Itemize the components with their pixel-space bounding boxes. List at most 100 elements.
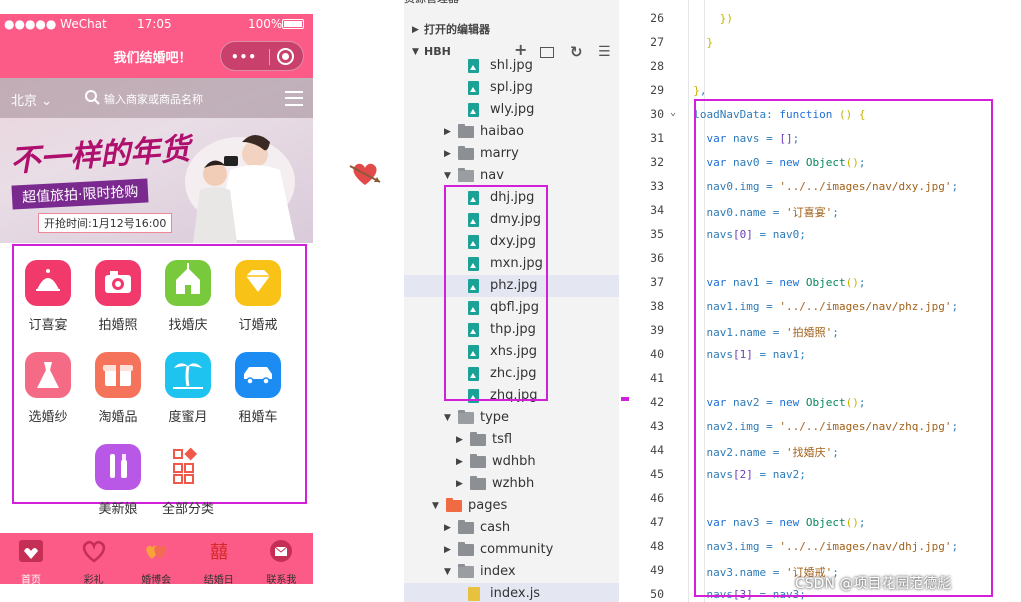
chevron-right-icon: ▶ — [444, 149, 451, 159]
grid-item[interactable]: 全部分类 — [158, 444, 218, 517]
chevron-right-icon: ▶ — [456, 435, 463, 445]
makeup-icon — [95, 444, 141, 490]
tab-bar: 首页 彩礼 婚博会囍结婚日 联系我 — [0, 533, 313, 584]
chevron-right-icon: ▶ — [444, 127, 451, 137]
explorer-title: 资源管理器 — [404, 0, 619, 10]
folder-icon — [458, 520, 474, 534]
menu-icon[interactable] — [285, 91, 303, 106]
image-file-icon — [468, 59, 479, 73]
folder-item[interactable]: ▶ marry — [404, 143, 619, 165]
grid-item[interactable]: 美新娘 — [88, 444, 148, 517]
status-bar: ●●●●● WeChat 17:05 100% — [0, 14, 313, 34]
banner-subline: 超值旅拍·限时抢购 — [11, 178, 149, 210]
more-dots-icon[interactable]: ••• — [231, 50, 257, 64]
code-line[interactable]: }, — [620, 84, 706, 97]
close-circle-icon[interactable] — [277, 48, 294, 65]
grid-item-label: 订婚戒 — [238, 318, 278, 333]
diamond-icon — [235, 260, 281, 306]
code-line[interactable]: } — [620, 36, 714, 49]
categories-icon — [165, 444, 211, 490]
grid-item[interactable]: 拍婚照 — [88, 260, 148, 333]
folder-item[interactable]: ▼ type — [404, 407, 619, 429]
tab-label: 婚博会 — [141, 575, 172, 584]
tree-item-label: community — [480, 542, 554, 557]
file-item[interactable]: index.js — [404, 583, 619, 602]
tree-item-label: pages — [468, 498, 508, 513]
home-icon — [19, 540, 43, 562]
grid-item[interactable]: 订婚戒 — [228, 260, 288, 333]
tab-label: 彩礼 — [83, 575, 104, 584]
chevron-down-icon: ▼ — [444, 413, 451, 423]
folder-item[interactable]: ▶ tsfl — [404, 429, 619, 451]
carrier-label: ●●●●● WeChat — [4, 17, 107, 31]
grid-item[interactable]: 度蜜月 — [158, 352, 218, 425]
grid-item-label: 美新娘 — [98, 502, 138, 517]
battery-label: 100% — [248, 17, 283, 31]
folder-item[interactable]: ▶ cash — [404, 517, 619, 539]
hearts-icon — [146, 545, 167, 559]
grid-item-label: 找婚庆 — [168, 318, 208, 333]
city-selector[interactable]: 北京 ⌄ — [11, 90, 52, 109]
image-file-icon — [468, 81, 479, 95]
grid-item[interactable]: 选婚纱 — [18, 352, 78, 425]
tree-item-label: haibao — [480, 124, 524, 139]
file-item[interactable]: shl.jpg — [404, 55, 619, 77]
tab-item[interactable]: 婚博会 — [125, 533, 187, 584]
code-highlight-box — [694, 99, 993, 597]
folder-item[interactable]: ▼ index — [404, 561, 619, 583]
chevron-right-icon: ▶ — [456, 479, 463, 489]
car-icon — [235, 352, 281, 398]
clock-label: 17:05 — [137, 17, 172, 31]
tree-item-label: index — [480, 564, 516, 579]
tab-item[interactable]: 联系我 — [250, 533, 312, 584]
line-number: 36 — [650, 251, 664, 265]
capsule-button[interactable]: ••• — [220, 41, 304, 71]
grid-item[interactable]: 找婚庆 — [158, 260, 218, 333]
folder-open-icon — [458, 410, 474, 424]
image-file-icon — [468, 103, 479, 117]
tree-item-label: cash — [480, 520, 511, 535]
heart-icon — [82, 540, 105, 563]
folder-item[interactable]: ▶ wdhbh — [404, 451, 619, 473]
envelope-icon — [270, 540, 293, 562]
folder-item[interactable]: ▼ nav — [404, 165, 619, 187]
folder-item[interactable]: ▶ haibao — [404, 121, 619, 143]
folder-icon — [458, 542, 474, 556]
tab-item[interactable]: 囍结婚日 — [188, 533, 250, 584]
chapel-icon — [165, 260, 211, 306]
folder-item[interactable]: ▶ community — [404, 539, 619, 561]
grid-item[interactable]: 租婚车 — [228, 352, 288, 425]
grid-item-label: 订喜宴 — [28, 318, 68, 333]
chevron-down-icon: ▼ — [444, 567, 451, 577]
folder-icon — [458, 124, 474, 138]
capsule-divider — [269, 49, 270, 65]
search-icon — [85, 90, 100, 105]
page-title: 我们结婚吧！ — [113, 51, 192, 66]
chevron-down-icon: ▼ — [444, 171, 451, 181]
fold-chevron-icon[interactable]: ⌄ — [670, 107, 676, 118]
search-input[interactable]: 输入商家或商品名称 — [104, 91, 203, 107]
tab-item[interactable]: 彩礼 — [63, 533, 125, 584]
folder-icon — [470, 432, 486, 446]
banner-time-label: 开抢时间:1月12号16:00 — [38, 213, 173, 233]
tab-item[interactable]: 首页 — [0, 533, 62, 584]
promo-banner[interactable]: 北京 ⌄ 输入商家或商品名称 不一样的年货 超值旅拍·限时抢购 开抢时间:1月1… — [0, 78, 313, 243]
js-file-icon — [468, 587, 480, 601]
file-item[interactable]: spl.jpg — [404, 77, 619, 99]
mini-program-nav-bar: 我们结婚吧！ ••• — [0, 34, 313, 78]
grid-item[interactable]: 订喜宴 — [18, 260, 78, 333]
cupid-heart-icon — [349, 163, 381, 185]
code-line[interactable]: }) — [620, 12, 733, 25]
tree-item-label: shl.jpg — [490, 58, 533, 73]
dress-icon — [25, 352, 71, 398]
svg-text:囍: 囍 — [210, 542, 228, 563]
folder-item[interactable]: ▶ wzhbh — [404, 473, 619, 495]
grid-item[interactable]: 淘婚品 — [88, 352, 148, 425]
tree-item-label: index.js — [490, 586, 541, 601]
tab-label: 结婚日 — [203, 575, 234, 584]
file-item[interactable]: wly.jpg — [404, 99, 619, 121]
tree-item-label: spl.jpg — [490, 80, 533, 95]
open-editors-section[interactable]: ▶ 打开的编辑器 — [404, 19, 619, 41]
watermark: CSDN @项目花园范德彪 — [795, 576, 952, 592]
folder-item[interactable]: ▼ pages — [404, 495, 619, 517]
